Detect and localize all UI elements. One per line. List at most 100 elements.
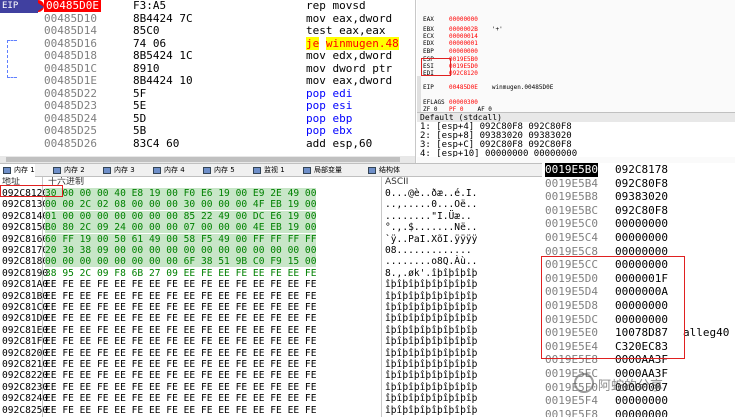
dump-row[interactable]: 092C81C0 EE FE EE FE EE FE EE FE EE FE EE… [0, 302, 542, 313]
stack-address[interactable]: 0019E5C0 [545, 217, 598, 231]
dump-hex[interactable]: 60 FF 19 00 50 61 49 00 58 F5 49 00 FF F… [45, 233, 317, 245]
memory-dump-pane[interactable]: 地址 十六进制 ASCII 092C8120 30 00 00 00 40 E8 … [0, 177, 542, 417]
register-value[interactable]: 00000000 [449, 16, 478, 23]
stack-address[interactable]: 0019E5F8 [545, 408, 598, 417]
dump-row[interactable]: 092C8210 EE FE EE FE EE FE EE FE EE FE EE… [0, 359, 542, 370]
tab-4[interactable]: 内存 4 [150, 164, 185, 177]
stack-row[interactable]: 0019E5B0 092C8178 [543, 163, 735, 177]
register-row[interactable]: EBX 0000002B '+' [423, 26, 503, 33]
disasm-row[interactable]: 00485D1E 8B4424 10 mov eax,dword [0, 75, 415, 87]
disassembly-pane[interactable]: F3:A5 rep movsd 00485D10 8B4424 7C mov eax,d… [0, 0, 416, 163]
tab-2[interactable]: 内存 2 [50, 164, 85, 177]
register-value[interactable]: 00485D0E [449, 84, 478, 91]
disasm-row[interactable]: 00485D1C 8910 mov dword ptr [0, 62, 415, 75]
dump-address[interactable]: 092C8140 [2, 211, 48, 222]
register-row[interactable]: EBP 00000000 [423, 48, 492, 55]
disasm-row[interactable]: 00485D23 5E pop esi [0, 100, 415, 112]
dump-address[interactable]: 092C8190 [2, 268, 48, 279]
dump-address[interactable]: 092C8170 [2, 245, 48, 256]
dump-address[interactable]: 092C8250 [2, 405, 48, 416]
dump-hex[interactable]: 30 00 00 00 40 E8 19 00 F0 E6 19 00 E9 2… [45, 188, 317, 199]
disasm-row[interactable]: 00485D18 8B5424 1C mov edx,dword [0, 50, 415, 62]
dump-ascii[interactable]: îþîþîþîþîþîþîþîþ [385, 348, 477, 359]
dump-address[interactable]: 092C8210 [2, 359, 48, 370]
dump-address[interactable]: 092C81F0 [2, 336, 48, 347]
register-row[interactable]: EDX 00000001 [423, 40, 492, 47]
dump-hex[interactable]: 01 00 00 00 00 00 00 00 85 22 49 00 DC E… [45, 210, 317, 222]
stack-value[interactable]: 00000000 [615, 217, 668, 231]
disassembly-hscrollbar[interactable] [0, 156, 415, 163]
tab-3[interactable]: 内存 3 [100, 164, 135, 177]
tab-6[interactable]: 监视 1 [250, 164, 285, 177]
dump-address[interactable]: 092C8240 [2, 393, 48, 404]
disasm-row[interactable]: 00485D22 5F pop edi [0, 87, 415, 100]
dump-row[interactable]: 092C8120 30 00 00 00 40 E8 19 00 F0 E6 19… [0, 188, 542, 199]
stack-value[interactable]: 092C80F8 [615, 177, 668, 191]
dump-hex[interactable]: EE FE EE FE EE FE EE FE EE FE EE FE EE F… [45, 302, 316, 313]
stack-address[interactable]: 0019E5BC [545, 204, 598, 218]
stack-value[interactable]: 092C8178 [615, 163, 668, 177]
dump-address[interactable]: 092C8160 [2, 234, 48, 245]
dump-hex[interactable]: EE FE EE FE EE FE EE FE EE FE EE FE EE F… [45, 336, 316, 347]
dump-row[interactable]: 092C81A0 EE FE EE FE EE FE EE FE EE FE EE… [0, 279, 542, 290]
dump-row[interactable]: 092C8230 EE FE EE FE EE FE EE FE EE FE EE… [0, 382, 542, 393]
dump-address[interactable]: 092C81E0 [2, 325, 48, 336]
dump-ascii[interactable]: îþîþîþîþîþîþîþîþ [385, 382, 477, 393]
dump-row[interactable]: 092C8160 60 FF 19 00 50 61 49 00 58 F5 49… [0, 233, 542, 245]
stack-row[interactable]: 0019E5C0 00000000 [543, 217, 735, 231]
disasm-row[interactable]: 00485D24 5D pop ebp [0, 112, 415, 125]
register-row[interactable]: EFLAGS 00000300 [423, 99, 492, 106]
dump-hex[interactable]: EE FE EE FE EE FE EE FE EE FE EE FE EE F… [45, 313, 316, 324]
dump-address[interactable]: 092C81C0 [2, 302, 48, 313]
dump-ascii[interactable]: îþîþîþîþîþîþîþîþ [385, 291, 477, 302]
dump-hex[interactable]: 00 00 2C 02 08 00 00 00 30 00 00 00 4F E… [45, 199, 317, 211]
stack-row[interactable]: 0019E5F8 00000000 [543, 408, 735, 417]
dump-row[interactable]: 092C8250 EE FE EE FE EE FE EE FE EE FE EE… [0, 405, 542, 416]
dump-ascii[interactable]: îþîþîþîþîþîþîþîþ [385, 370, 477, 381]
dump-ascii[interactable]: îþîþîþîþîþîþîþîþ [385, 325, 477, 336]
stack-address[interactable]: 0019E5B0 [545, 163, 598, 177]
dump-row[interactable]: 092C8190 38 95 2C 09 F8 6B 27 09 EE FE EE… [0, 268, 542, 279]
stack-address[interactable]: 0019E5C4 [545, 231, 598, 245]
dump-row[interactable]: 092C81B0 EE FE EE FE EE FE EE FE EE FE EE… [0, 291, 542, 302]
stack-row[interactable]: 0019E5BC 092C80F8 [543, 204, 735, 218]
tab-7[interactable]: 局部变量 [300, 164, 342, 177]
dump-hex[interactable]: EE FE EE FE EE FE EE FE EE FE EE FE EE F… [45, 405, 316, 416]
stack-value[interactable]: 00000000 [615, 394, 668, 408]
dump-ascii[interactable]: ........o8Q.Àù.. [385, 256, 477, 267]
register-value[interactable]: 00000001 [449, 40, 478, 47]
dump-address[interactable]: 092C8230 [2, 382, 48, 393]
disasm-row[interactable]: 00485D14 85C0 test eax,eax [0, 25, 415, 37]
dump-address[interactable]: 092C8130 [2, 199, 48, 210]
register-row[interactable]: EIP 00485D0E winmugen.00485D0E [423, 84, 553, 91]
dump-ascii[interactable]: îþîþîþîþîþîþîþîþ [385, 393, 477, 404]
stack-address[interactable]: 0019E5F4 [545, 394, 598, 408]
register-value[interactable]: 00000300 [449, 99, 478, 106]
dump-hex[interactable]: EE FE EE FE EE FE EE FE EE FE EE FE EE F… [45, 279, 316, 290]
dump-row[interactable]: 092C81D0 EE FE EE FE EE FE EE FE EE FE EE… [0, 313, 542, 324]
dump-address[interactable]: 092C8150 [2, 222, 48, 233]
stack-address[interactable]: 0019E5B8 [545, 190, 598, 204]
dump-ascii[interactable]: 08............. [385, 245, 472, 256]
dump-hex[interactable]: EE FE EE FE EE FE EE FE EE FE EE FE EE F… [45, 325, 316, 336]
stack-row[interactable]: 0019E5F4 00000000 [543, 394, 735, 408]
stack-row[interactable]: 0019E5B8 09383020 [543, 190, 735, 204]
dump-row[interactable]: 092C8240 EE FE EE FE EE FE EE FE EE FE EE… [0, 393, 542, 404]
dump-hex[interactable]: EE FE EE FE EE FE EE FE EE FE EE FE EE F… [45, 370, 316, 381]
register-value[interactable]: 0019E5B0 [449, 56, 478, 63]
dump-hex[interactable]: 20 30 38 09 00 00 00 00 00 00 00 00 00 0… [45, 245, 317, 256]
dump-ascii[interactable]: îþîþîþîþîþîþîþîþ [385, 405, 477, 416]
dump-row[interactable]: 092C81E0 EE FE EE FE EE FE EE FE EE FE EE… [0, 325, 542, 336]
dump-address[interactable]: 092C8200 [2, 348, 48, 359]
current-instruction-address[interactable]: 00485D0E [44, 0, 101, 12]
dump-row[interactable]: 092C81F0 EE FE EE FE EE FE EE FE EE FE EE… [0, 336, 542, 347]
dump-row[interactable]: 092C8170 20 30 38 09 00 00 00 00 00 00 00… [0, 245, 542, 256]
register-value[interactable]: 0019E5D0 [449, 63, 478, 70]
dump-ascii[interactable]: îþîþîþîþîþîþîþîþ [385, 336, 477, 347]
dump-ascii[interactable]: 8.,.øk'.îþîþîþîþ [385, 268, 477, 279]
dump-hex[interactable]: B0 80 2C 09 24 00 00 00 07 00 00 00 4E E… [45, 222, 317, 234]
dump-address[interactable]: 092C8180 [2, 256, 48, 267]
dump-row[interactable]: 092C8150 B0 80 2C 09 24 00 00 00 07 00 00… [0, 222, 542, 234]
disasm-row[interactable]: 00485D25 5B pop ebx [0, 125, 415, 137]
scrollbar-thumb[interactable] [6, 157, 400, 162]
